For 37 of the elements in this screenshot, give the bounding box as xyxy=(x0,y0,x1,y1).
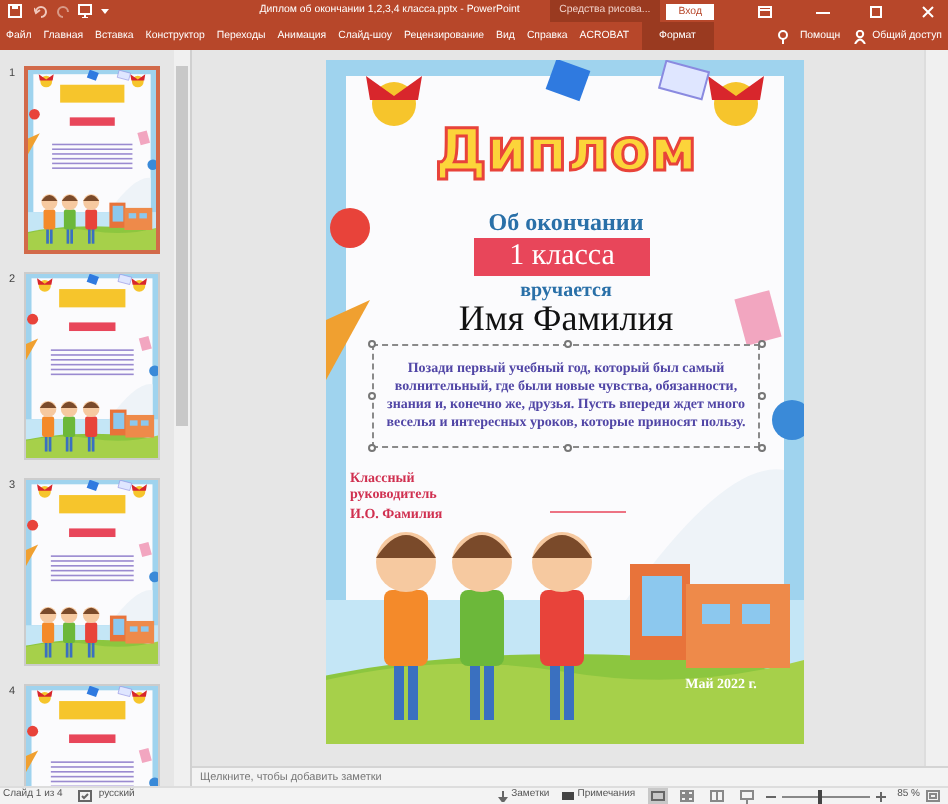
notes-icon xyxy=(497,790,508,802)
zoom-out-icon[interactable] xyxy=(765,791,776,801)
resize-handle[interactable] xyxy=(758,340,766,348)
close-icon[interactable] xyxy=(922,5,934,17)
slider-thumb[interactable] xyxy=(818,789,823,803)
slideshow-icon[interactable] xyxy=(78,4,92,18)
subtitle: Об окончании xyxy=(486,206,646,240)
slide-thumbnail[interactable] xyxy=(24,66,160,254)
diploma-heading: Диплом xyxy=(432,114,700,188)
resize-handle[interactable] xyxy=(758,444,766,452)
class-ribbon: 1 класса xyxy=(474,238,650,276)
reading-view-icon[interactable] xyxy=(709,790,724,802)
resize-handle[interactable] xyxy=(564,444,572,452)
slideshow-icon[interactable] xyxy=(739,789,754,803)
slide-thumbnail[interactable] xyxy=(24,478,160,666)
maximize-icon[interactable] xyxy=(870,5,882,17)
scrollbar[interactable] xyxy=(924,50,948,766)
spellcheck-icon[interactable] xyxy=(78,790,93,802)
slide-sorter-icon[interactable] xyxy=(679,790,694,802)
comment-icon xyxy=(561,791,574,801)
zoom-in-icon[interactable] xyxy=(875,791,886,801)
caret-icon[interactable] xyxy=(100,6,110,16)
resize-handle[interactable] xyxy=(368,392,376,400)
scrollbar[interactable] xyxy=(174,50,190,786)
save-icon[interactable] xyxy=(8,4,22,18)
person-icon xyxy=(854,29,867,43)
normal-view-icon[interactable] xyxy=(647,788,668,804)
fit-slide-icon[interactable] xyxy=(926,790,940,802)
resize-handle[interactable] xyxy=(758,392,766,400)
text-box-frame[interactable] xyxy=(372,344,760,448)
slide-thumbnail[interactable] xyxy=(24,272,160,460)
resize-handle[interactable] xyxy=(564,340,572,348)
ribbon-options-icon[interactable] xyxy=(758,5,772,17)
redo-icon[interactable] xyxy=(56,4,70,18)
resize-handle[interactable] xyxy=(368,340,376,348)
resize-handle[interactable] xyxy=(368,444,376,452)
undo-icon[interactable] xyxy=(34,4,48,18)
